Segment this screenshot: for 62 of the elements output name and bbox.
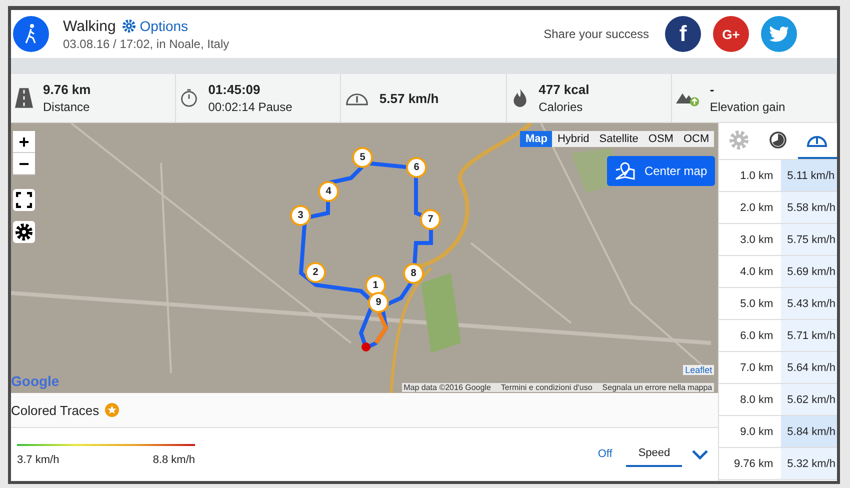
split-distance-cell-text: 5.0 km (739, 296, 774, 312)
stat-label: Calories (538, 100, 584, 114)
activity-title: Walking (63, 18, 116, 34)
split-distance-cell-text: 2.0 km (739, 200, 774, 216)
split-speed-cell: 5.71 km/h (781, 320, 837, 351)
split-distance-cell-text: 7.0 km (739, 360, 774, 376)
attribution-link[interactable]: Segnala un errore nella mappa (602, 383, 712, 392)
leaflet-link[interactable]: Leaflet (683, 365, 714, 375)
center-map-button[interactable]: Center map (607, 156, 716, 186)
legend-min: 3.7 km/h (17, 454, 60, 466)
colored-traces-title: Colored Traces (11, 402, 100, 418)
fullscreen-button[interactable] (13, 189, 35, 211)
stat-value: 5.57 km/h (379, 90, 439, 106)
activity-subtitle: 03.08.16 / 17:02, in Noale, Italy (63, 36, 230, 50)
gear-icon (728, 130, 749, 150)
star-badge-icon (105, 403, 120, 417)
split-speed-cell: 5.58 km/h (781, 192, 837, 223)
split-distance-cell-text: 1.0 km (739, 168, 774, 184)
split-speed-cell: 5.11 km/h (781, 160, 837, 191)
google-plus-button[interactable]: G+ (713, 16, 749, 52)
options-link[interactable]: Options (122, 18, 188, 34)
stat-label: 00:02:14 Pause (208, 100, 292, 114)
attribution-link[interactable]: Termini e condizioni d'uso (500, 383, 592, 392)
split-distance-cell-text: 3.0 km (739, 232, 774, 248)
split-speed-cell: 5.43 km/h (781, 288, 837, 319)
chevron-down-icon[interactable] (692, 450, 708, 460)
flame-icon (510, 88, 529, 108)
walking-icon (13, 16, 49, 52)
stat-label: Elevation gain (710, 100, 786, 114)
bird-icon (769, 26, 789, 42)
split-distance-cell-text: 9.0 km (739, 424, 774, 440)
google-logo: Google (11, 373, 60, 389)
facebook-button[interactable]: f (665, 16, 701, 52)
settings-button[interactable] (13, 221, 35, 243)
stat-label: Distance (43, 100, 91, 114)
trace-option[interactable]: Speed (626, 442, 682, 466)
split-speed-cell: 5.62 km/h (781, 384, 837, 415)
stat-value: - (710, 82, 716, 97)
split-distance-cell-text: 4.0 km (739, 264, 774, 280)
split-speed-cell: 5.32 km/h (781, 448, 837, 479)
stopwatch-icon (180, 88, 198, 108)
map-pin-icon (615, 162, 636, 180)
share-label: Share your success (544, 27, 649, 41)
stat-value: 477 kcal (538, 82, 590, 97)
stat-value: 01:45:09 (208, 82, 262, 97)
map-layer-tab[interactable]: Map (520, 131, 552, 147)
twitter-button[interactable] (761, 16, 797, 52)
trace-option[interactable]: Off (594, 444, 616, 466)
pie-chart-icon (769, 131, 788, 149)
split-distance-cell-text: 8.0 km (739, 392, 774, 408)
stat-value: 9.76 km (43, 82, 91, 97)
split-speed-cell: 5.69 km/h (781, 256, 837, 287)
split-distance-cell-text: 9.76 km (733, 456, 774, 472)
split-speed-cell: 5.75 km/h (781, 224, 837, 255)
split-distance-cell-text: 6.0 km (739, 328, 774, 344)
split-speed-cell: 5.64 km/h (781, 352, 837, 383)
legend-max: 8.8 km/h (152, 454, 195, 466)
split-speed-cell: 5.84 km/h (781, 416, 837, 447)
road-icon (15, 88, 33, 108)
attribution-link[interactable]: Map data ©2016 Google (404, 383, 491, 392)
zoom-in-button[interactable]: + (13, 131, 35, 153)
gear-icon (122, 19, 136, 33)
